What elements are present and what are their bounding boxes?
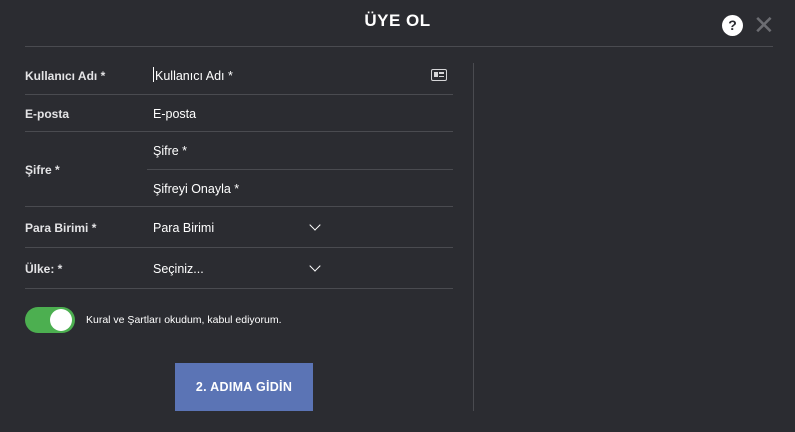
country-row: Ülke: * Seçiniz...: [25, 248, 453, 289]
modal-header: ÜYE OL ? ✕: [0, 0, 795, 47]
username-input[interactable]: [153, 69, 413, 83]
confirm-password-input[interactable]: [153, 182, 443, 196]
chevron-down-icon[interactable]: [309, 219, 321, 231]
username-row: Kullanıcı Adı *: [25, 56, 453, 95]
currency-label: Para Birimi *: [25, 221, 97, 235]
country-select[interactable]: Seçiniz...: [153, 262, 204, 276]
terms-row: Kural ve Şartları okudum, kabul ediyorum…: [25, 307, 453, 333]
currency-select[interactable]: Para Birimi: [153, 221, 214, 235]
password-input[interactable]: [153, 144, 443, 158]
column-divider: [473, 63, 474, 411]
help-icon[interactable]: ?: [722, 15, 743, 36]
email-label: E-posta: [25, 107, 70, 121]
terms-toggle[interactable]: [25, 307, 75, 333]
chevron-down-icon[interactable]: [309, 260, 321, 272]
email-row: E-posta: [25, 95, 453, 132]
modal-title: ÜYE OL: [364, 11, 431, 30]
password-row: Şifre *: [25, 132, 453, 207]
country-label: Ülke: *: [25, 262, 63, 276]
email-input[interactable]: [153, 107, 443, 121]
username-label: Kullanıcı Adı *: [25, 69, 106, 83]
password-label: Şifre *: [25, 163, 60, 177]
toggle-knob: [50, 309, 72, 331]
signup-form: Kullanıcı Adı * E-posta Şifre * Para Bir…: [25, 56, 453, 289]
close-icon[interactable]: ✕: [753, 12, 775, 38]
next-step-button[interactable]: 2. ADIMA GİDİN: [175, 363, 313, 411]
header-divider: [25, 46, 773, 47]
id-card-icon: [431, 69, 447, 81]
currency-row: Para Birimi * Para Birimi: [25, 207, 453, 248]
terms-label: Kural ve Şartları okudum, kabul ediyorum…: [86, 314, 282, 326]
password-divider: [147, 169, 453, 170]
